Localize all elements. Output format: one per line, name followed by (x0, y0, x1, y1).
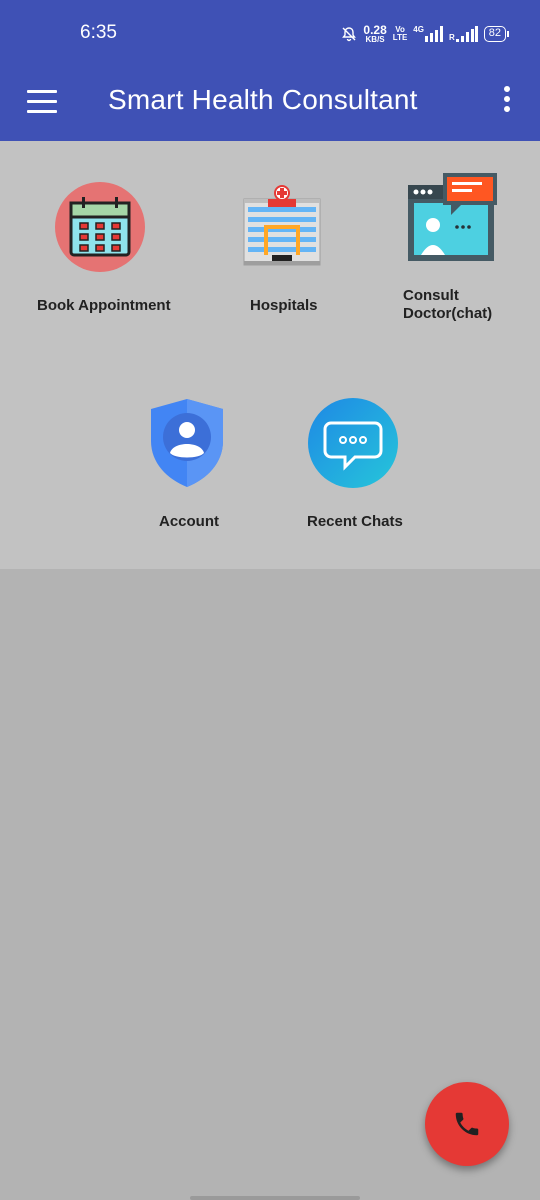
volte-indicator: Vo LTE (392, 25, 408, 42)
signal-roaming: R (449, 26, 478, 42)
home-indicator (190, 1196, 360, 1200)
book-appointment-tile[interactable]: Book Appointment (30, 177, 175, 322)
book-appointment-label: Book Appointment (37, 297, 171, 314)
account-shield-icon (151, 399, 223, 487)
account-tile[interactable]: Account (140, 391, 235, 536)
consult-doctor-label: Consult Doctor(chat) (403, 287, 493, 322)
app-toolbar: Smart Health Consultant (0, 68, 540, 141)
recent-chats-label: Recent Chats (307, 513, 403, 530)
signal-4g: 4G (413, 26, 443, 42)
call-fab-button[interactable] (425, 1082, 509, 1166)
page-title: Smart Health Consultant (108, 84, 418, 115)
more-vert-icon[interactable] (498, 86, 516, 116)
calendar-icon (55, 182, 145, 272)
mute-bell-icon (342, 27, 357, 42)
hamburger-menu-icon[interactable] (24, 86, 60, 116)
signal-strength-2-icon (455, 26, 478, 42)
doctor-chat-icon (408, 173, 497, 261)
battery-indicator: 82 (483, 26, 510, 42)
recent-chats-tile[interactable]: Recent Chats (300, 391, 410, 536)
hospital-building-icon (243, 185, 321, 266)
hospitals-tile[interactable]: Hospitals (230, 177, 340, 322)
chat-bubble-icon (308, 398, 398, 488)
network-speed: 0.28 KB/S (363, 23, 387, 44)
status-time: 6:35 (80, 22, 117, 43)
top-app-bar: 6:35 0.28 KB/S Vo LTE 4G R 82 Smart Heal… (0, 0, 540, 141)
hospitals-label: Hospitals (250, 297, 318, 314)
account-label: Account (159, 513, 219, 530)
signal-strength-icon (424, 26, 443, 42)
phone-icon (455, 1112, 479, 1136)
dashboard-panel: Book Appointment Hospitals Consult Docto… (0, 141, 540, 569)
consult-doctor-tile[interactable]: Consult Doctor(chat) (395, 171, 510, 326)
status-bar: 6:35 0.28 KB/S Vo LTE 4G R 82 (0, 0, 540, 68)
status-icons: 0.28 KB/S Vo LTE 4G R 82 (341, 22, 510, 46)
